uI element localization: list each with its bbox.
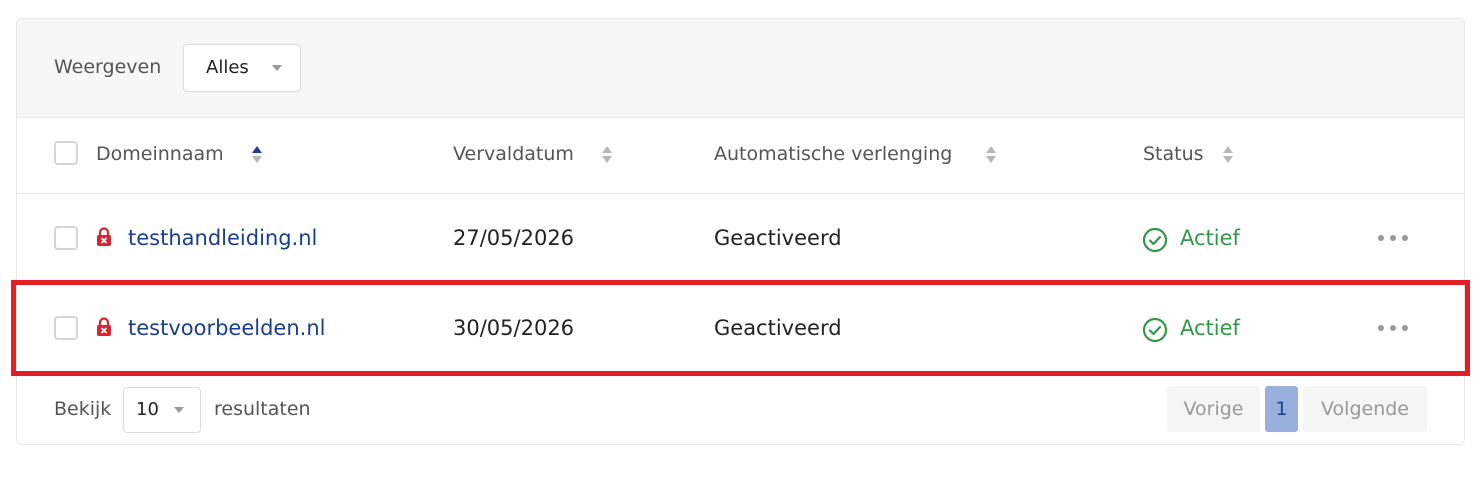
page-size-select[interactable]: 10: [123, 387, 201, 433]
filter-select[interactable]: Alles: [183, 44, 301, 92]
row-checkbox[interactable]: [54, 226, 78, 250]
prev-page-button[interactable]: Vorige: [1167, 386, 1260, 432]
current-page-button[interactable]: 1: [1265, 386, 1298, 432]
next-page-button[interactable]: Volgende: [1303, 386, 1427, 432]
column-header-status[interactable]: Status: [1143, 143, 1204, 165]
table-row: testhandleiding.nl 27/05/2026 Geactiveer…: [17, 193, 1464, 284]
check-circle-icon: [1142, 227, 1168, 253]
status-badge: Actief: [1180, 226, 1240, 250]
filter-label: Weergeven: [54, 56, 162, 78]
filter-bar: Weergeven Alles: [17, 19, 1464, 118]
page-size-value: 10: [136, 399, 159, 420]
table-header: Domeinnaam Vervaldatum Automatische verl…: [17, 117, 1464, 194]
row-highlight: [11, 280, 1470, 376]
sort-icon[interactable]: [986, 146, 996, 164]
domains-panel: Weergeven Alles Domeinnaam Vervaldatum A…: [16, 18, 1465, 445]
select-all-checkbox[interactable]: [54, 141, 78, 165]
filter-select-value: Alles: [206, 57, 249, 78]
more-horizontal-icon[interactable]: [1377, 234, 1409, 242]
sort-icon[interactable]: [602, 146, 612, 164]
column-header-domain[interactable]: Domeinnaam: [96, 143, 224, 165]
expiry-date: 27/05/2026: [453, 226, 575, 250]
column-header-expiry[interactable]: Vervaldatum: [453, 143, 574, 165]
results-label: resultaten: [214, 398, 311, 420]
chevron-down-icon: [272, 65, 282, 71]
chevron-down-icon: [174, 407, 184, 413]
auto-renew-value: Geactiveerd: [714, 226, 842, 250]
lock-icon: [97, 227, 111, 246]
column-header-auto-renew[interactable]: Automatische verlenging: [714, 143, 952, 165]
domain-link[interactable]: testhandleiding.nl: [128, 226, 317, 250]
sort-icon[interactable]: [1223, 146, 1233, 164]
page-size-label: Bekijk: [54, 398, 112, 420]
domain-link-text[interactable]: testhandleiding.nl: [128, 226, 317, 250]
sort-icon[interactable]: [252, 146, 262, 164]
